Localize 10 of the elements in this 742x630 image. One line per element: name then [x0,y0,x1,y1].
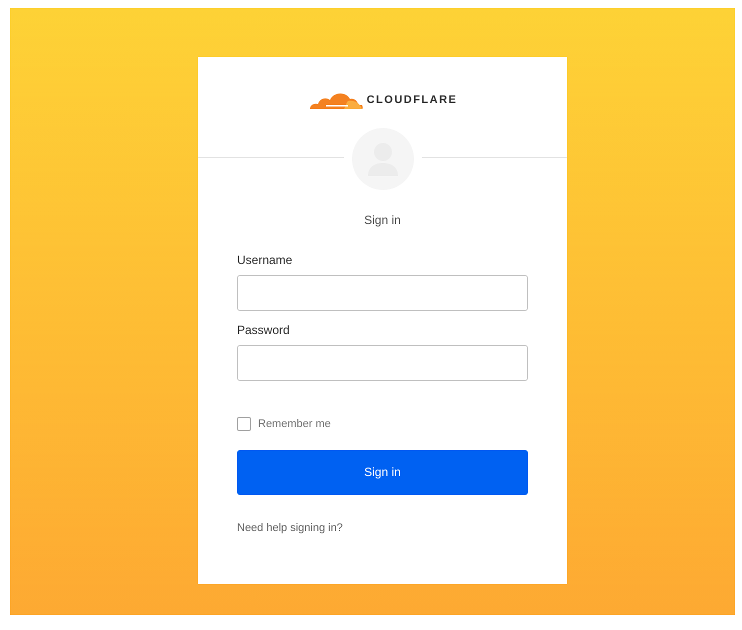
input-field[interactable] [237,345,528,381]
remember-label: Remember me [258,417,331,432]
input-field[interactable] [237,275,528,311]
field-label: Password [237,322,291,339]
help-link[interactable]: Need help signing in? [237,520,343,536]
sign-in-heading: Sign in [363,212,402,229]
sign-in-button[interactable]: Sign in [237,450,528,494]
brand-name: CLOUDFLARE [366,92,458,108]
field-label: Username [237,252,294,269]
remember-checkbox[interactable] [237,417,251,432]
